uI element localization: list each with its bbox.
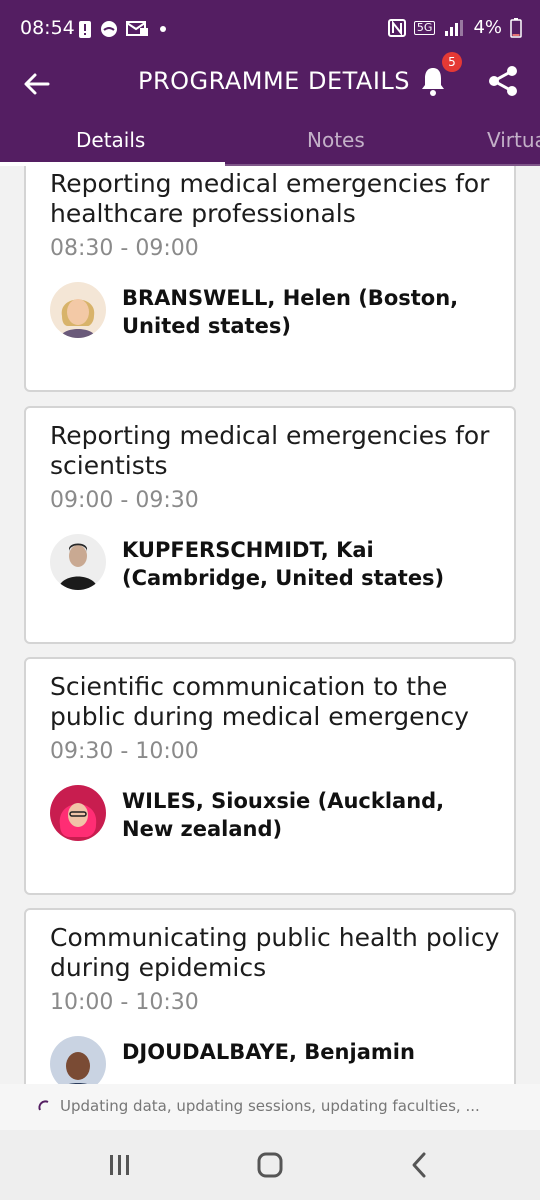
- status-bar: 08:54 5G 4%: [0, 0, 540, 60]
- battery-percent: 4%: [473, 17, 502, 38]
- loading-status: Updating data, updating sessions, updati…: [0, 1084, 540, 1130]
- loading-text: Updating data, updating sessions, updati…: [60, 1097, 480, 1115]
- status-time: 08:54: [20, 17, 75, 39]
- session-time: 09:30 - 10:00: [50, 739, 199, 764]
- back-icon[interactable]: [405, 1150, 435, 1180]
- speaker-name[interactable]: KUPFERSCHMIDT, Kai (Cambridge, United st…: [122, 536, 502, 592]
- messenger-icon: [101, 21, 117, 37]
- speaker-name[interactable]: BRANSWELL, Helen (Boston, United states): [122, 284, 502, 340]
- battery-icon: [510, 17, 522, 38]
- mail-icon: [126, 21, 148, 36]
- notification-badge: 5: [442, 52, 462, 72]
- session-time: 09:00 - 09:30: [50, 488, 199, 513]
- session-title: Scientific communication to the public d…: [50, 672, 469, 731]
- speaker-name[interactable]: DJOUDALBAYE, Benjamin: [122, 1038, 502, 1066]
- system-nav-bar: [0, 1130, 540, 1200]
- avatar[interactable]: [50, 282, 106, 338]
- session-card[interactable]: Communicating public health policy durin…: [24, 908, 516, 1084]
- session-card[interactable]: Reporting medical emergencies for health…: [24, 166, 516, 392]
- home-icon[interactable]: [255, 1150, 285, 1180]
- spinner-icon: [38, 1100, 49, 1111]
- session-list[interactable]: Reporting medical emergencies for health…: [0, 166, 540, 1084]
- back-arrow-icon[interactable]: [20, 67, 54, 101]
- app-bar: PROGRAMME DETAILS 5: [0, 52, 540, 118]
- alert-icon: [79, 21, 91, 38]
- session-card[interactable]: Reporting medical emergencies for scient…: [24, 406, 516, 644]
- session-title: Reporting medical emergencies for scient…: [50, 421, 490, 480]
- speaker-name[interactable]: WILES, Siouxsie (Auckland, New zealand): [122, 787, 502, 843]
- tab-details[interactable]: Details: [76, 128, 145, 152]
- session-time: 10:00 - 10:30: [50, 990, 199, 1015]
- dot-icon: [160, 26, 166, 32]
- session-title: Reporting medical emergencies for health…: [50, 169, 490, 228]
- session-time: 08:30 - 09:00: [50, 236, 199, 261]
- tab-virtual[interactable]: Virtua: [487, 128, 540, 152]
- recent-apps-icon[interactable]: [105, 1150, 135, 1180]
- avatar[interactable]: [50, 785, 106, 841]
- 5g-icon: 5G: [413, 20, 436, 35]
- signal-icon: [445, 19, 464, 36]
- avatar[interactable]: [50, 534, 106, 590]
- session-title: Communicating public health policy durin…: [50, 923, 500, 982]
- share-icon[interactable]: [486, 64, 520, 98]
- page-title: PROGRAMME DETAILS: [138, 67, 411, 95]
- tab-bar: Details Notes Virtua: [0, 118, 540, 166]
- session-card[interactable]: Scientific communication to the public d…: [24, 657, 516, 895]
- nfc-icon: [387, 18, 406, 37]
- tab-notes[interactable]: Notes: [307, 128, 365, 152]
- avatar[interactable]: [50, 1036, 106, 1084]
